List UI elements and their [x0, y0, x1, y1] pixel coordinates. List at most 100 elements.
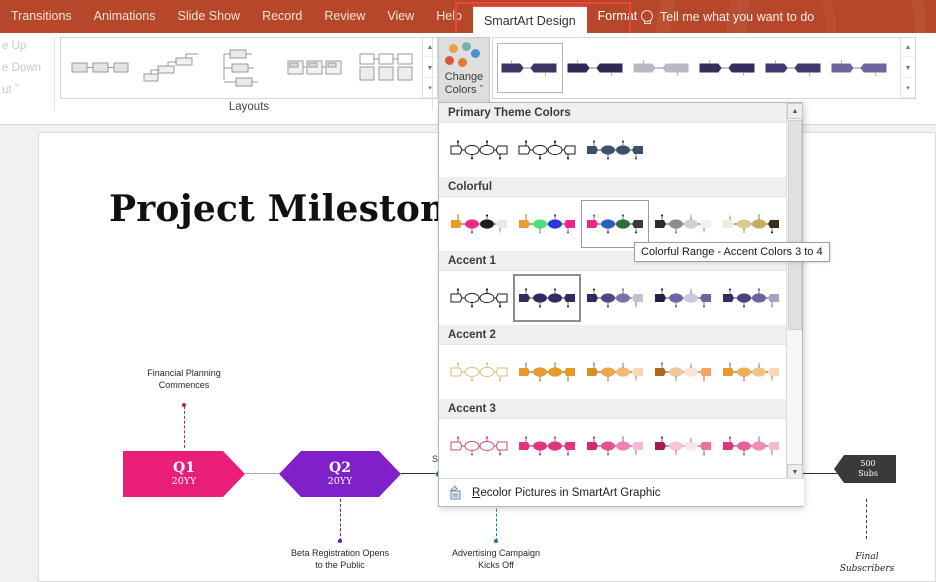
tab-label: SmartArt Design — [483, 14, 576, 28]
milestone-shape: Q1 20YY — [123, 451, 245, 497]
layouts-group: ▲ ▼ ▾ Layouts — [60, 37, 438, 123]
callout-leader-line — [184, 406, 185, 448]
layout-thumb-layout-repeating-bending[interactable] — [283, 42, 349, 94]
color-option-colored-outline-accent-1[interactable] — [513, 126, 581, 174]
tab-animations[interactable]: Animations — [83, 0, 167, 33]
recolor-pictures-menu-item[interactable]: Recolor Pictures in SmartArt Graphic — [439, 478, 804, 506]
style-thumb-style-simple-fill[interactable] — [497, 43, 563, 93]
layout-thumb-layout-basic-process[interactable] — [67, 42, 133, 94]
ribbon-left-commands: e Up e Down ut ˇ — [0, 35, 58, 105]
move-up-command[interactable]: e Up — [0, 35, 58, 57]
final-subscribers-line: Subscribers — [839, 564, 895, 574]
color-option-accent1-gradient-loop[interactable] — [581, 274, 649, 322]
color-option-colored-fill-accent-1[interactable] — [581, 126, 649, 174]
change-colors-label-line1: Change — [444, 71, 484, 83]
tab-label: Animations — [93, 9, 156, 23]
color-sections-list: Primary Theme Colors Colorful Accent 1 A… — [439, 103, 787, 506]
tab-label: View — [387, 9, 415, 23]
callout-line: Commences — [158, 380, 210, 390]
change-colors-button[interactable]: Change Colors ˇ — [438, 37, 490, 105]
milestone-year-label: 20YY — [171, 475, 197, 487]
color-option-accent3-transparent[interactable] — [717, 422, 785, 470]
powerpoint-window: Transitions Animations Slide Show Record Rev… — [0, 0, 936, 582]
subscribers-leader-line — [866, 499, 867, 539]
layout-command[interactable]: ut ˇ — [0, 79, 58, 101]
color-section-row — [439, 271, 787, 325]
color-option-colorful-range-accent-4-to-5[interactable] — [649, 200, 717, 248]
layout-thumb-layout-hierarchy-list[interactable] — [211, 42, 277, 94]
recolor-pictures-icon — [448, 485, 464, 500]
change-colors-dot — [458, 58, 467, 67]
tell-me-label: Tell me what you want to do — [660, 9, 815, 24]
color-option-accent2-colored-fill[interactable] — [513, 348, 581, 396]
tell-me-search[interactable]: Tell me what you want to do — [640, 0, 814, 33]
color-option-colorful-range-accent-5-to-6[interactable] — [717, 200, 785, 248]
color-option-accent2-dark-outline[interactable] — [445, 348, 513, 396]
dropdown-scroll-thumb[interactable] — [788, 120, 802, 330]
style-thumb-style-subtle-effect[interactable] — [629, 43, 695, 93]
layouts-scroll-up-icon[interactable]: ▲ — [423, 38, 437, 57]
styles-scroll-down-icon[interactable]: ▼ — [901, 59, 915, 78]
color-option-colorful-range-accent-1-to-4[interactable] — [513, 200, 581, 248]
tab-help[interactable]: Help — [425, 0, 473, 33]
color-option-dark-1-outline[interactable] — [445, 126, 513, 174]
style-thumb-style-intense-effect[interactable] — [563, 43, 629, 93]
color-option-accent1-transparent[interactable] — [717, 274, 785, 322]
color-option-accent3-gradient-loop[interactable] — [581, 422, 649, 470]
color-section-row — [439, 123, 787, 177]
layouts-more-icon[interactable]: ▾ — [423, 79, 437, 98]
change-colors-icon — [445, 41, 483, 71]
milestone-quarter-label: Q1 — [173, 459, 195, 476]
milestone-q1[interactable]: Q1 20YY — [123, 451, 245, 497]
styles-gallery-scrollbar[interactable]: ▲ ▼ ▾ — [900, 38, 915, 98]
milestone-q2[interactable]: Q2 20YY — [279, 451, 401, 497]
color-option-accent1-dark-outline[interactable] — [445, 274, 513, 322]
change-colors-dot — [471, 49, 480, 58]
layout-thumb-layout-step-up-process[interactable] — [139, 42, 205, 94]
color-option-accent1-colored-fill[interactable] — [513, 274, 581, 322]
tab-format[interactable]: Format — [587, 0, 649, 33]
change-colors-dot — [462, 42, 471, 51]
color-option-colorful-accent-colors[interactable] — [445, 200, 513, 248]
layouts-gallery[interactable]: ▲ ▼ ▾ — [60, 37, 438, 99]
tab-view[interactable]: View — [376, 0, 425, 33]
color-option-accent3-colored-fill[interactable] — [513, 422, 581, 470]
color-option-accent1-gradient-range[interactable] — [649, 274, 717, 322]
tab-label: Help — [436, 9, 462, 23]
color-option-accent3-gradient-range[interactable] — [649, 422, 717, 470]
layout-thumb-layout-vertical-box-list[interactable] — [355, 42, 421, 94]
milestone-year-label: 20YY — [327, 475, 353, 487]
style-thumb-style-moderate-effect[interactable] — [695, 43, 761, 93]
color-section-header: Colorful — [439, 177, 787, 197]
tab-slide-show[interactable]: Slide Show — [167, 0, 252, 33]
styles-more-icon[interactable]: ▾ — [901, 79, 915, 98]
tab-label: Transitions — [11, 9, 72, 23]
color-option-accent2-gradient-range[interactable] — [649, 348, 717, 396]
color-section-row — [439, 345, 787, 399]
dropdown-scrollbar[interactable]: ▲ ▼ — [786, 103, 803, 480]
dropdown-scroll-up-icon[interactable]: ▲ — [787, 103, 803, 119]
layouts-scroll-down-icon[interactable]: ▼ — [423, 59, 437, 78]
tab-record[interactable]: Record — [251, 0, 313, 33]
move-down-command[interactable]: e Down — [0, 57, 58, 79]
slide-title[interactable]: Project Milestones — [109, 188, 490, 230]
layouts-gallery-scrollbar[interactable]: ▲ ▼ ▾ — [422, 38, 437, 98]
color-option-accent2-transparent[interactable] — [717, 348, 785, 396]
callout-dot — [338, 539, 342, 543]
color-option-colorful-range-accent-3-to-4[interactable] — [581, 200, 649, 248]
milestone-callout-text: Financial Planning Commences — [104, 367, 264, 391]
tab-label: Slide Show — [177, 9, 241, 23]
smartart-styles-gallery[interactable]: ▲ ▼ ▾ — [492, 37, 916, 99]
style-thumb-style-polished[interactable] — [761, 43, 827, 93]
tab-transitions[interactable]: Transitions — [0, 0, 83, 33]
tab-smartart-design[interactable]: SmartArt Design — [472, 5, 587, 33]
change-colors-dropdown[interactable]: Primary Theme Colors Colorful Accent 1 A… — [438, 102, 804, 507]
color-option-accent2-gradient-loop[interactable] — [581, 348, 649, 396]
color-section-header: Accent 2 — [439, 325, 787, 345]
styles-scroll-up-icon[interactable]: ▲ — [901, 38, 915, 57]
callout-line: Financial Planning — [147, 368, 221, 378]
style-thumb-style-inset[interactable] — [827, 43, 893, 93]
color-option-accent3-dark-outline[interactable] — [445, 422, 513, 470]
tab-review[interactable]: Review — [313, 0, 376, 33]
subscribers-tag[interactable]: 500 Subs — [834, 455, 896, 483]
